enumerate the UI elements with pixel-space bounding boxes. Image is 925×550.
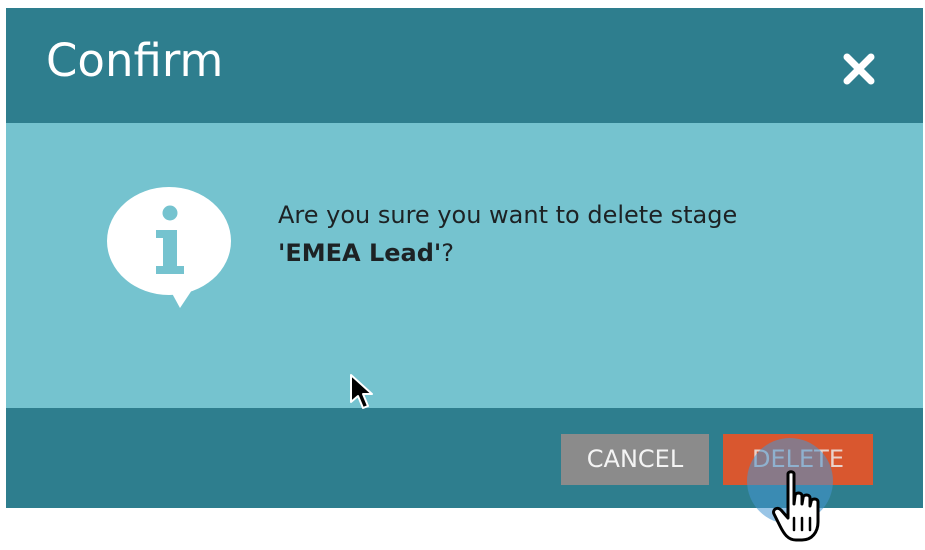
info-speech-bubble-icon	[106, 186, 236, 308]
confirm-message: Are you sure you want to delete stage 'E…	[278, 196, 878, 272]
dialog-title: Confirm	[46, 34, 224, 87]
confirm-dialog: Confirm Are you sure you want to delete …	[6, 8, 923, 508]
message-prefix: Are you sure you want to delete stage	[278, 201, 738, 229]
stage-name: 'EMEA Lead'	[278, 239, 442, 267]
dialog-header: Confirm	[6, 8, 923, 123]
cancel-button[interactable]: CANCEL	[561, 434, 709, 485]
message-suffix: ?	[441, 239, 454, 267]
close-icon[interactable]	[842, 52, 876, 86]
hand-pointer-cursor-icon	[772, 470, 834, 546]
arrow-cursor-icon	[349, 373, 375, 411]
